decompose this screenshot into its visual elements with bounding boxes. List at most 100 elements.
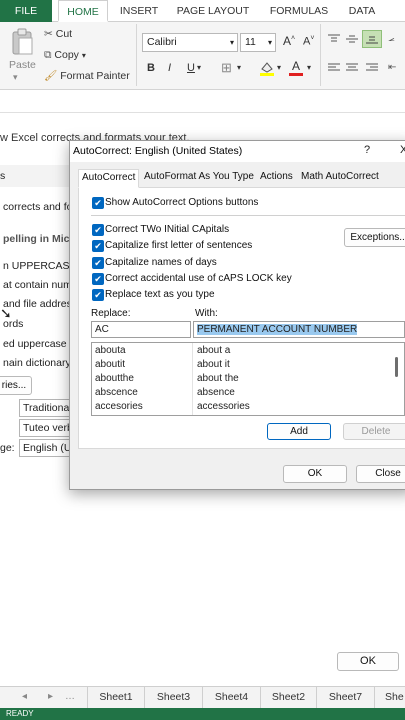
- divider: [320, 24, 321, 86]
- options-ok-button[interactable]: OK: [337, 652, 399, 671]
- tab-autocorrect[interactable]: AutoCorrect: [78, 169, 140, 188]
- list-scrollbar[interactable]: [395, 357, 398, 377]
- borders-icon[interactable]: ⊞: [221, 60, 232, 76]
- paste-label[interactable]: Paste: [9, 59, 36, 71]
- mode-dropdown-1[interactable]: Traditiona: [19, 399, 71, 417]
- align-right-icon[interactable]: [366, 63, 378, 73]
- replace-as-you-type-checkbox[interactable]: ✔: [92, 289, 104, 301]
- sheet-tab-bar: ◂ ▸ … Sheet1 Sheet3 Sheet4 Sheet2 Sheet7…: [0, 686, 405, 709]
- add-button[interactable]: Add: [267, 423, 331, 440]
- custom-dictionaries-button[interactable]: ries...: [0, 376, 32, 395]
- sheet-tab-partial[interactable]: She: [375, 687, 405, 709]
- sheet-tab-1[interactable]: Sheet1: [87, 687, 145, 709]
- help-icon[interactable]: ?: [364, 144, 370, 156]
- font-name-box[interactable]: Calibri ▾: [142, 33, 238, 52]
- dialog-ok-button[interactable]: OK: [283, 465, 347, 483]
- list-item[interactable]: aboutit about it: [92, 358, 404, 372]
- file-address-option[interactable]: and file addres: [3, 298, 72, 310]
- top-align-icon[interactable]: [328, 34, 340, 44]
- entry-with: about a: [197, 345, 231, 356]
- close-icon[interactable]: X: [400, 144, 405, 156]
- font-color-icon[interactable]: A: [289, 59, 303, 76]
- scissors-icon: ✂: [44, 28, 53, 40]
- chevron-down-icon[interactable]: ▾: [307, 63, 311, 72]
- middle-align-icon[interactable]: [346, 34, 358, 44]
- list-item[interactable]: abouta about a: [92, 344, 404, 358]
- entry-replace: accesories: [95, 401, 143, 412]
- ribbon-tab-bar: FILE HOME INSERT PAGE LAYOUT FORMULAS DA…: [0, 0, 405, 22]
- tab-autoformat[interactable]: AutoFormat As You Type: [141, 169, 257, 187]
- capitalize-days-label: Capitalize names of days: [105, 257, 217, 268]
- sheet-tab-2[interactable]: Sheet2: [261, 687, 317, 709]
- sheet-tab-3[interactable]: Sheet3: [145, 687, 203, 709]
- scroll-left-icon[interactable]: ◂: [22, 691, 27, 702]
- shrink-font-icon[interactable]: A˅: [303, 35, 314, 48]
- entry-with: absence: [197, 387, 235, 398]
- chevron-down-icon[interactable]: ▾: [197, 63, 201, 72]
- paste-icon[interactable]: [10, 28, 34, 56]
- with-input[interactable]: PERMANENT ACCOUNT NUMBER: [193, 321, 405, 338]
- italic-icon[interactable]: I: [168, 62, 171, 74]
- correct-two-initials-checkbox[interactable]: ✔: [92, 224, 104, 236]
- grow-font-icon[interactable]: A˄: [283, 34, 295, 48]
- sidebar-strip: [0, 165, 70, 187]
- scroll-right-icon[interactable]: ▸: [48, 691, 53, 702]
- sheet-tab-7[interactable]: Sheet7: [317, 687, 375, 709]
- corrects-line: corrects and fo: [3, 201, 73, 213]
- status-bar: READY: [0, 708, 405, 720]
- language-dropdown[interactable]: English (U: [19, 439, 71, 457]
- align-left-icon[interactable]: [328, 63, 340, 73]
- format-painter-button[interactable]: 🖌 Format Painter: [44, 69, 130, 82]
- words-option[interactable]: ords: [3, 318, 23, 330]
- orientation-icon[interactable]: ⦟: [388, 32, 395, 45]
- divider: [136, 24, 137, 86]
- divider: [91, 215, 405, 216]
- list-item[interactable]: accesories accessories: [92, 400, 404, 414]
- show-options-checkbox[interactable]: ✔: [92, 197, 104, 209]
- contain-numbers-option[interactable]: at contain num: [3, 279, 72, 291]
- capitalize-first-letter-label: Capitalize first letter of sentences: [105, 240, 253, 251]
- autocorrect-entries-list[interactable]: abouta about a aboutit about it aboutthe…: [91, 342, 405, 416]
- entry-replace: abscence: [95, 387, 138, 398]
- main-dictionary-option[interactable]: nain dictionary: [3, 357, 71, 369]
- decrease-indent-icon[interactable]: ⇤: [388, 62, 396, 73]
- entry-replace: aboutthe: [95, 373, 134, 384]
- capitalize-days-checkbox[interactable]: ✔: [92, 257, 104, 269]
- flagged-uppercase-option[interactable]: ed uppercase in: [3, 338, 78, 350]
- caps-lock-checkbox[interactable]: ✔: [92, 273, 104, 285]
- copy-button[interactable]: ⧉ Copy ▾: [44, 49, 86, 62]
- tab-file[interactable]: FILE: [0, 0, 52, 22]
- copy-icon: ⧉: [44, 49, 52, 61]
- tab-insert[interactable]: INSERT: [116, 0, 162, 22]
- bottom-align-icon[interactable]: [362, 30, 382, 48]
- tab-actions[interactable]: Actions: [257, 169, 296, 187]
- chevron-down-icon[interactable]: ▾: [277, 63, 281, 72]
- dialog-close-button[interactable]: Close: [356, 465, 405, 483]
- sheet-tab-4[interactable]: Sheet4: [203, 687, 261, 709]
- cut-button[interactable]: ✂ Cut: [44, 28, 72, 40]
- side-label: s: [0, 170, 6, 182]
- tab-page-layout[interactable]: PAGE LAYOUT: [170, 0, 256, 22]
- tab-math-autocorrect[interactable]: Math AutoCorrect: [298, 169, 382, 187]
- delete-button[interactable]: Delete: [343, 423, 405, 440]
- align-center-icon[interactable]: [346, 63, 358, 73]
- chevron-down-icon[interactable]: ▾: [237, 63, 241, 72]
- list-item[interactable]: aboutthe about the: [92, 372, 404, 386]
- tab-data[interactable]: DATA: [342, 0, 382, 22]
- tab-formulas[interactable]: FORMULAS: [264, 0, 334, 22]
- bold-icon[interactable]: B: [147, 62, 155, 74]
- exceptions-button[interactable]: Exceptions...: [344, 228, 405, 247]
- more-sheets-icon[interactable]: …: [65, 691, 75, 702]
- paste-dropdown-icon[interactable]: ▾: [13, 72, 18, 83]
- uppercase-option[interactable]: n UPPERCASE: [3, 260, 77, 272]
- chevron-down-icon: ▾: [81, 51, 86, 60]
- replace-input[interactable]: AC: [91, 321, 191, 338]
- mode-dropdown-2[interactable]: Tuteo verb: [19, 419, 71, 437]
- capitalize-first-letter-checkbox[interactable]: ✔: [92, 240, 104, 252]
- underline-icon[interactable]: U: [187, 62, 195, 74]
- fill-color-icon[interactable]: [259, 60, 275, 76]
- font-size-box[interactable]: 11 ▾: [240, 33, 276, 52]
- list-item[interactable]: abscence absence: [92, 386, 404, 400]
- tab-home[interactable]: HOME: [58, 0, 108, 22]
- entry-with: accessories: [197, 401, 250, 412]
